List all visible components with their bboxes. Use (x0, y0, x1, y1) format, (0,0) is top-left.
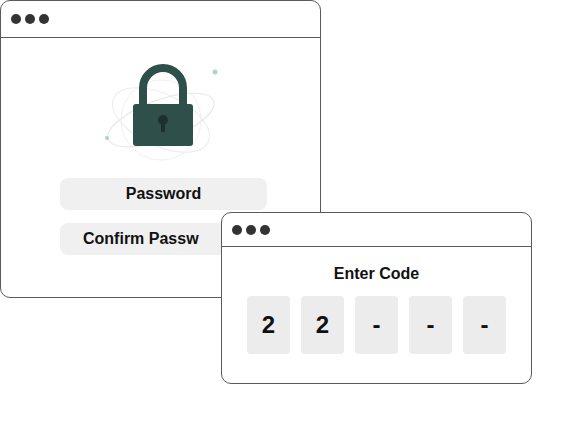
window-dot[interactable] (11, 14, 21, 24)
password-field[interactable]: Password (60, 178, 267, 210)
window-dot[interactable] (260, 225, 270, 235)
code-box[interactable]: - (409, 296, 452, 354)
code-box[interactable]: - (355, 296, 398, 354)
window-dot[interactable] (25, 14, 35, 24)
canvas: PasswordConfirm PasswEnter Code22--- (0, 0, 570, 423)
lock-area (60, 38, 267, 168)
code-window: Enter Code22--- (221, 212, 532, 384)
code-title: Enter Code (334, 264, 419, 284)
lock-icon (99, 58, 229, 168)
window-dot[interactable] (232, 225, 242, 235)
code-box[interactable]: 2 (247, 296, 290, 354)
code-box[interactable]: - (463, 296, 506, 354)
title-bar (222, 213, 531, 247)
title-bar (1, 1, 320, 38)
code-row: 22--- (247, 296, 506, 354)
window-dot[interactable] (39, 14, 49, 24)
code-box[interactable]: 2 (301, 296, 344, 354)
window-dot[interactable] (246, 225, 256, 235)
